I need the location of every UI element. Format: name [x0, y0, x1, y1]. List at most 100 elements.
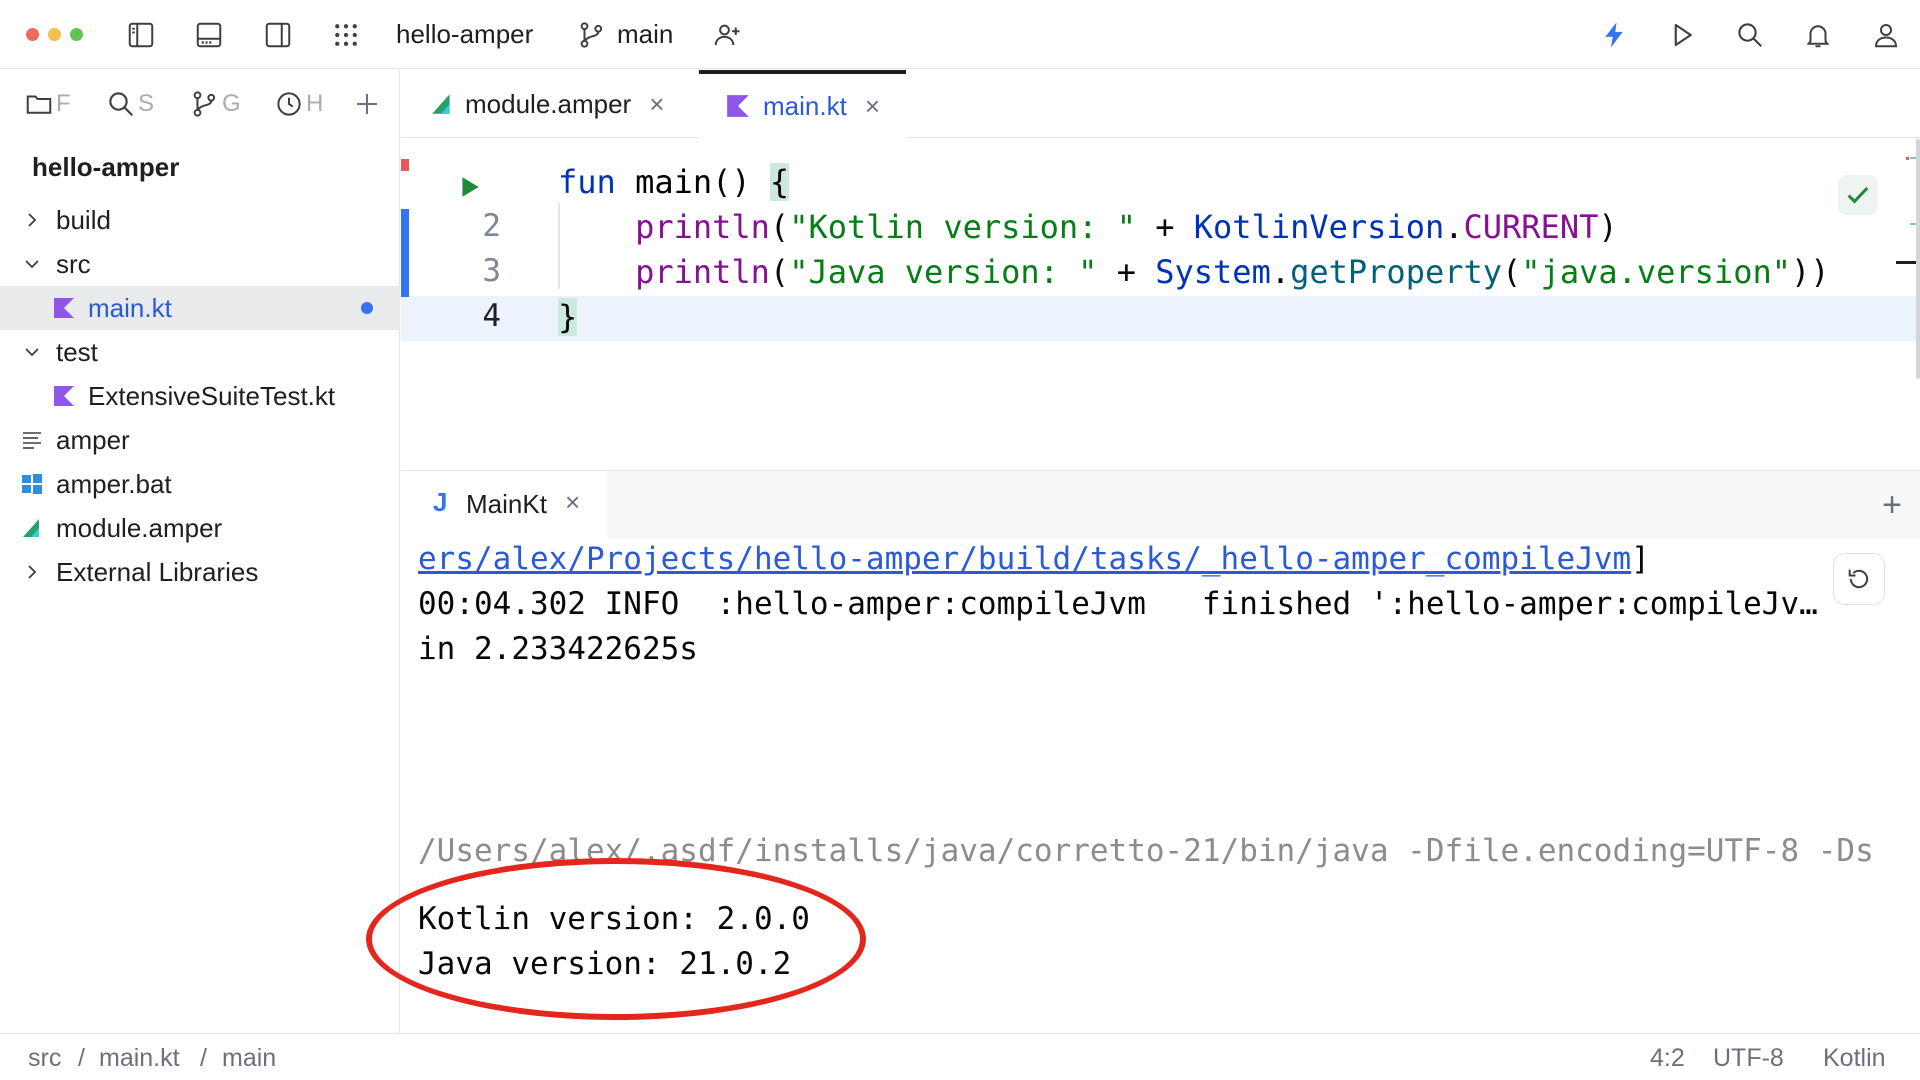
rerun-button[interactable] [1833, 553, 1885, 605]
code-token: . [1444, 208, 1464, 246]
tree-item-external-libraries[interactable]: External Libraries [0, 550, 400, 594]
current-line-highlight [401, 296, 1920, 341]
call-token: println [635, 208, 770, 246]
left-sidebar-toggle-icon[interactable] [122, 16, 160, 54]
code-token: . [1270, 253, 1291, 291]
vcs-branch-label[interactable]: main [617, 18, 673, 50]
tree-item-amper[interactable]: amper [0, 418, 400, 462]
breadcrumb-separator: / [78, 1044, 85, 1072]
code-line-3: println("Java version: " + System.getPro… [558, 253, 1830, 291]
title-bar: hello-amper main [0, 0, 1920, 69]
clock-icon [274, 89, 304, 119]
editor-tab-module-amper[interactable]: module.amper × [429, 70, 664, 138]
bottom-panel-toggle-icon[interactable] [190, 16, 228, 54]
tree-item-label: main.kt [88, 292, 172, 323]
constant-token: CURRENT [1463, 208, 1599, 246]
tool-tab-history[interactable]: H [274, 86, 323, 122]
tool-tab-git[interactable]: G [190, 86, 241, 122]
chevron-down-icon [25, 348, 39, 357]
git-branch-icon [190, 89, 220, 119]
breadcrumb-separator: / [200, 1044, 207, 1072]
add-tool-tab-button[interactable] [352, 86, 382, 122]
call-token: println [635, 253, 770, 291]
tree-item-label: ExtensiveSuiteTest.kt [88, 380, 336, 411]
tree-item-src[interactable]: src [0, 242, 400, 286]
run-icon[interactable] [1663, 16, 1701, 54]
line-number: 2 [482, 208, 501, 244]
brace-token: { [769, 163, 790, 201]
new-run-tab-plus-icon[interactable]: + [1882, 488, 1902, 522]
editor-tab-main-kt[interactable]: main.kt × [699, 70, 906, 138]
tool-tab-label: G [222, 90, 241, 117]
git-branch-icon [573, 16, 611, 54]
line-number: 3 [482, 253, 501, 289]
text-file-icon [23, 432, 41, 449]
console-path-link[interactable]: ers/alex/Projects/hello-amper/build/task… [418, 541, 1631, 577]
ai-assistant-bolt-icon[interactable] [1595, 16, 1633, 54]
breadcrumb-file[interactable]: main.kt [99, 1044, 180, 1073]
close-tab-icon[interactable]: × [565, 487, 580, 518]
class-token: System [1155, 253, 1271, 291]
tree-item-main-kt[interactable]: main.kt [0, 286, 400, 330]
brace-token: } [558, 298, 578, 336]
file-encoding[interactable]: UTF-8 [1713, 1044, 1784, 1073]
chevron-right-icon [28, 213, 37, 227]
notifications-bell-icon[interactable] [1799, 16, 1837, 54]
tool-tab-project[interactable]: F [24, 86, 71, 122]
code-line-1: fun main() { [558, 163, 790, 201]
run-gutter-icon[interactable] [457, 173, 483, 201]
kotlin-file-icon [54, 386, 74, 406]
plus-icon [357, 94, 377, 114]
tree-item-label: build [56, 204, 111, 235]
window-minimize-button[interactable] [48, 28, 61, 41]
console-line-command: /Users/alex/.asdf/installs/java/corretto… [418, 833, 1874, 869]
tree-item-label: External Libraries [56, 556, 259, 587]
windows-batch-file-icon [22, 474, 42, 494]
project-root[interactable]: hello-amper [32, 152, 179, 183]
tree-item-amper-bat[interactable]: amper.bat [0, 462, 400, 506]
add-collaborator-icon[interactable] [708, 16, 746, 54]
code-line-2: println("Kotlin version: " + KotlinVersi… [558, 208, 1618, 246]
account-user-icon[interactable] [1867, 16, 1905, 54]
tool-tab-search[interactable]: S [106, 86, 154, 122]
console-line-duration: in 2.233422625s [418, 631, 698, 667]
tree-item-label: module.amper [56, 512, 223, 543]
project-name[interactable]: hello-amper [396, 18, 533, 50]
window-close-button[interactable] [26, 28, 39, 41]
amper-module-icon [23, 519, 39, 537]
right-sidebar-toggle-icon[interactable] [259, 16, 297, 54]
code-token: )) [1791, 253, 1830, 291]
caret-position[interactable]: 4:2 [1650, 1044, 1685, 1073]
java-class-icon: J [433, 487, 448, 517]
breadcrumb-src[interactable]: src [28, 1044, 61, 1073]
close-tab-icon[interactable]: × [865, 91, 880, 122]
close-tab-icon[interactable]: × [649, 89, 664, 120]
tree-item-build[interactable]: build [0, 198, 400, 242]
main-menu-grid-icon[interactable] [327, 16, 365, 54]
inspection-status-check-icon[interactable] [1838, 175, 1878, 215]
keyword-token: fun [558, 163, 616, 201]
chevron-down-icon [25, 260, 39, 269]
search-everywhere-icon[interactable] [1731, 16, 1769, 54]
tree-item-label: src [56, 248, 91, 279]
tree-item-module-amper[interactable]: module.amper [0, 506, 400, 550]
kotlin-file-icon [54, 298, 74, 318]
string-token: "java.version" [1521, 253, 1791, 291]
tree-item-extensive-suite-test[interactable]: ExtensiveSuiteTest.kt [0, 374, 400, 418]
tool-window-tabs: F S G H [0, 70, 400, 138]
tree-item-test[interactable]: test [0, 330, 400, 374]
editor-tab-label: main.kt [763, 90, 847, 121]
status-bar: src / main.kt / main 4:2 UTF-8 Kotlin [0, 1033, 1920, 1080]
gutter-change-marker [401, 159, 409, 171]
run-tab-mainkt[interactable]: J MainKt × [401, 471, 607, 539]
file-language[interactable]: Kotlin [1823, 1044, 1886, 1073]
console-output-kotlin-version: Kotlin version: 2.0.0 [418, 901, 810, 937]
editor-scrollbar[interactable] [1896, 139, 1920, 470]
breadcrumb-function[interactable]: main [222, 1044, 276, 1073]
code-editor[interactable]: 2 3 4 fun main() { println("Kotlin versi… [401, 139, 1920, 470]
run-tab-label: MainKt [466, 489, 547, 519]
window-maximize-button[interactable] [70, 28, 83, 41]
string-token: "Kotlin version: " [789, 208, 1136, 246]
